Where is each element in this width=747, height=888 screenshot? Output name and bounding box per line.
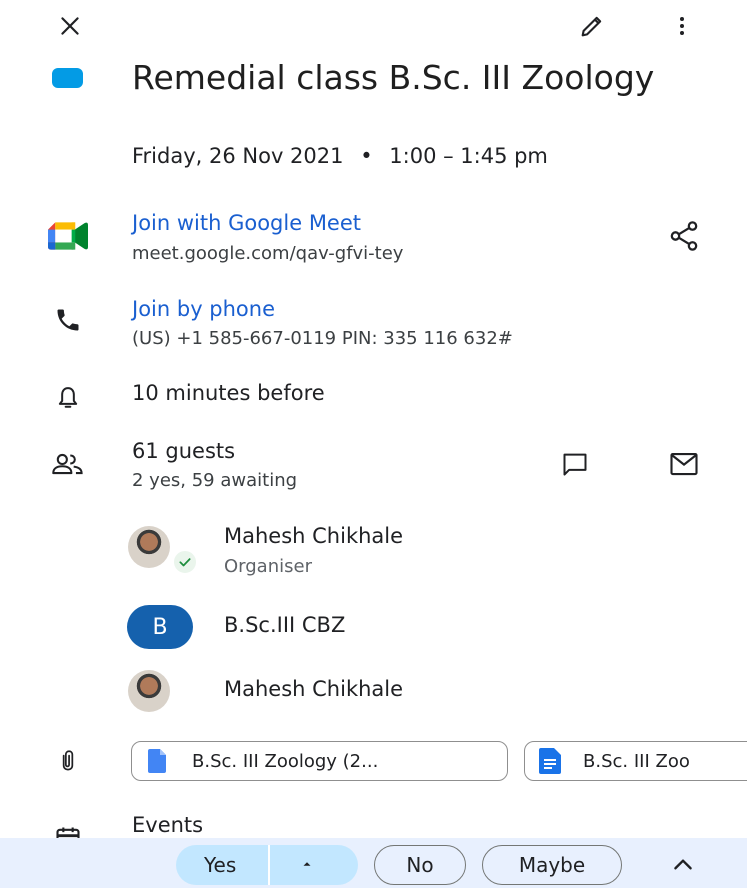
rsvp-yes-button[interactable]: Yes [176, 845, 358, 885]
caret-up-icon [303, 862, 311, 866]
paperclip-icon [48, 741, 88, 781]
guest-name[interactable]: B.Sc.III CBZ [224, 613, 345, 637]
more-options-button[interactable] [662, 6, 702, 46]
attachment-chip[interactable]: B.Sc. III Zoology (2... [131, 741, 508, 781]
join-by-phone-link[interactable]: Join by phone [132, 297, 275, 321]
share-icon [670, 221, 698, 251]
doc-file-icon [539, 748, 561, 774]
rsvp-maybe-button[interactable]: Maybe [482, 845, 622, 885]
message-guests-button[interactable] [555, 444, 595, 484]
rsvp-yes-label: Yes [204, 853, 237, 877]
guest-avatar [128, 670, 170, 712]
rsvp-options-button[interactable] [300, 857, 314, 871]
event-date: Friday, 26 Nov 2021 [132, 144, 344, 168]
people-icon [48, 444, 88, 484]
event-title: Remedial class B.Sc. III Zoology [132, 58, 655, 97]
accepted-check-icon [172, 549, 198, 575]
phone-icon [48, 300, 88, 340]
event-color-chip [52, 68, 83, 88]
close-button[interactable] [50, 6, 90, 46]
guest-name[interactable]: Mahesh Chikhale [224, 677, 403, 701]
guests-count: 61 guests [132, 439, 236, 463]
event-separator: • [360, 144, 373, 168]
phone-details: (US) +1 585-667-0119 PIN: 335 116 632# [132, 328, 513, 349]
calendar-name: Events [132, 813, 204, 837]
share-button[interactable] [664, 216, 704, 256]
guest-role: Organiser [224, 556, 312, 577]
reminder-text[interactable]: 10 minutes before [132, 381, 325, 405]
guests-summary: 2 yes, 59 awaiting [132, 470, 298, 491]
doc-file-icon [148, 749, 166, 773]
close-icon [61, 17, 79, 35]
meet-url: meet.google.com/qav-gfvi-tey [132, 243, 404, 264]
pencil-icon [581, 16, 602, 37]
mail-icon [670, 452, 698, 476]
rsvp-divider [268, 845, 270, 885]
google-meet-icon [48, 216, 88, 256]
chevron-up-icon [674, 859, 692, 870]
bell-icon [48, 378, 88, 418]
rsvp-no-button[interactable]: No [374, 845, 466, 885]
event-datetime: Friday, 26 Nov 2021 • 1:00 – 1:45 pm [132, 141, 548, 171]
email-guests-button[interactable] [664, 444, 704, 484]
join-meet-link[interactable]: Join with Google Meet [132, 211, 361, 235]
expand-button[interactable] [663, 845, 703, 885]
attachment-chip[interactable]: B.Sc. III Zoo [524, 741, 747, 781]
organiser-avatar [128, 526, 170, 568]
event-time: 1:00 – 1:45 pm [389, 144, 548, 168]
edit-button[interactable] [572, 6, 612, 46]
attachment-label: B.Sc. III Zoology (2... [192, 750, 379, 772]
group-avatar: B [127, 605, 193, 649]
guest-name[interactable]: Mahesh Chikhale [224, 524, 403, 548]
attachment-label: B.Sc. III Zoo [583, 750, 690, 772]
more-vert-icon [680, 17, 684, 35]
chat-icon [563, 453, 587, 476]
